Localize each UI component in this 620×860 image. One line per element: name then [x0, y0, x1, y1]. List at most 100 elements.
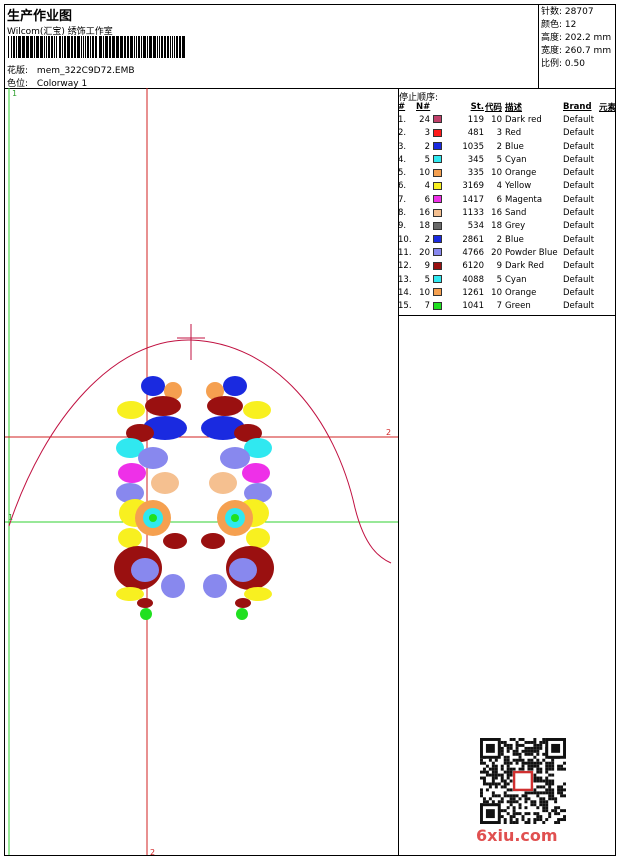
col-brand: Brand: [563, 101, 592, 112]
row-needle: 20: [416, 246, 449, 259]
row-desc: Grey: [505, 221, 526, 232]
row-brand: Default: [563, 181, 595, 192]
row-brand: Default: [563, 194, 595, 205]
row-code: 5: [496, 154, 502, 165]
row-stitches: 1417: [462, 194, 484, 205]
row-index: 10.: [398, 234, 412, 245]
row-code: 10: [491, 114, 502, 125]
barcode: [8, 36, 185, 58]
design-canvas: 1 1 2 2: [5, 88, 398, 855]
row-desc: Orange: [505, 168, 537, 179]
color-swatch: [432, 128, 442, 137]
row-code: 4: [496, 181, 502, 192]
design-info: 花版: mem_322C9D72.EMB: [7, 63, 135, 76]
row-stitches: 534: [467, 221, 484, 232]
site-watermark: 6xiu.com: [476, 826, 558, 845]
col-needle: N#: [416, 101, 431, 112]
embroidery-right: [201, 376, 274, 620]
color-swatch: [432, 301, 442, 310]
table-row: 14. 10 1261 10 Orange Default: [398, 286, 616, 299]
row-stitches: 1035: [462, 141, 484, 152]
row-brand: Default: [563, 234, 595, 245]
marker-2-bottom: 2: [150, 848, 155, 855]
row-stitches: 1041: [462, 301, 484, 312]
row-desc: Orange: [505, 287, 537, 298]
row-brand: Default: [563, 287, 595, 298]
row-code: 10: [491, 168, 502, 179]
color-swatch: [432, 235, 442, 244]
color-swatch: [432, 142, 442, 151]
marker-1-left: 1: [8, 513, 13, 522]
row-brand: Default: [563, 141, 595, 152]
color-swatch: [432, 275, 442, 283]
row-code: 2: [496, 141, 502, 152]
row-index: 2.: [398, 128, 407, 139]
table-row: 4. 5 345 5 Cyan Default: [398, 153, 616, 166]
row-needle: 7: [416, 299, 449, 312]
row-brand: Default: [563, 114, 595, 125]
row-index: 3.: [398, 141, 407, 152]
row-desc: Dark Red: [505, 261, 545, 272]
row-code: 18: [491, 221, 502, 232]
row-brand: Default: [563, 128, 595, 139]
row-index: 6.: [398, 181, 407, 192]
row-index: 4.: [398, 154, 407, 165]
row-desc: Green: [505, 301, 531, 312]
table-row: 8. 16 1133 16 Sand Default: [398, 206, 616, 219]
stats-divider: [538, 4, 539, 88]
stat-stitches: 针数: 28707: [541, 7, 594, 17]
row-stitches: 2861: [462, 234, 484, 245]
row-desc: Cyan: [505, 274, 527, 285]
color-swatch: [432, 221, 442, 230]
row-code: 6: [496, 194, 502, 205]
row-desc: Blue: [505, 141, 524, 152]
row-brand: Default: [563, 274, 595, 285]
row-brand: Default: [563, 261, 595, 272]
color-swatch: [432, 248, 442, 257]
row-needle: 18: [416, 220, 449, 233]
row-code: 7: [496, 301, 502, 312]
row-stitches: 1261: [462, 287, 484, 298]
row-stitches: 4766: [462, 247, 484, 258]
table-row: 2. 3 481 3 Red Default: [398, 127, 616, 140]
row-index: 1.: [398, 114, 407, 125]
color-swatch: [432, 288, 442, 297]
row-code: 16: [491, 208, 502, 219]
row-needle: 24: [416, 113, 449, 126]
table-row: 5. 10 335 10 Orange Default: [398, 166, 616, 179]
row-stitches: 119: [467, 114, 484, 125]
design-file: mem_322C9D72.EMB: [36, 66, 135, 76]
row-needle: 4: [416, 180, 449, 193]
row-desc: Red: [505, 128, 522, 139]
row-brand: Default: [563, 301, 595, 312]
row-stitches: 1133: [462, 208, 484, 219]
color-swatch: [432, 208, 442, 217]
row-index: 14.: [398, 287, 412, 298]
row-code: 2: [496, 234, 502, 245]
row-needle: 2: [416, 140, 449, 153]
row-stitches: 4088: [462, 274, 484, 285]
row-code: 10: [491, 287, 502, 298]
row-code: 9: [496, 261, 502, 272]
hoop-outline: [8, 339, 392, 564]
stat-height: 高度: 202.2 mm: [541, 33, 612, 43]
qr-code: [480, 738, 566, 824]
row-index: 12.: [398, 261, 412, 272]
row-index: 5.: [398, 168, 407, 179]
stat-scale: 比例: 0.50: [541, 59, 585, 69]
col-stitches: St.: [470, 101, 484, 112]
row-needle: 9: [416, 260, 449, 273]
table-divider: [398, 315, 616, 316]
color-swatch: [432, 155, 442, 164]
table-row: 11. 20 4766 20 Powder Blue Default: [398, 246, 616, 259]
color-swatch: [432, 195, 442, 204]
table-header: # N# St. 代码 描述 Brand 元素: [398, 100, 616, 113]
table-row: 3. 2 1035 2 Blue Default: [398, 140, 616, 153]
row-stitches: 3169: [462, 181, 484, 192]
row-index: 15.: [398, 301, 412, 312]
row-needle: 16: [416, 206, 449, 219]
marker-2-right: 2: [386, 428, 391, 437]
row-needle: 5: [416, 153, 449, 166]
row-needle: 2: [416, 233, 449, 246]
table-row: 15. 7 1041 7 Green Default: [398, 299, 616, 312]
